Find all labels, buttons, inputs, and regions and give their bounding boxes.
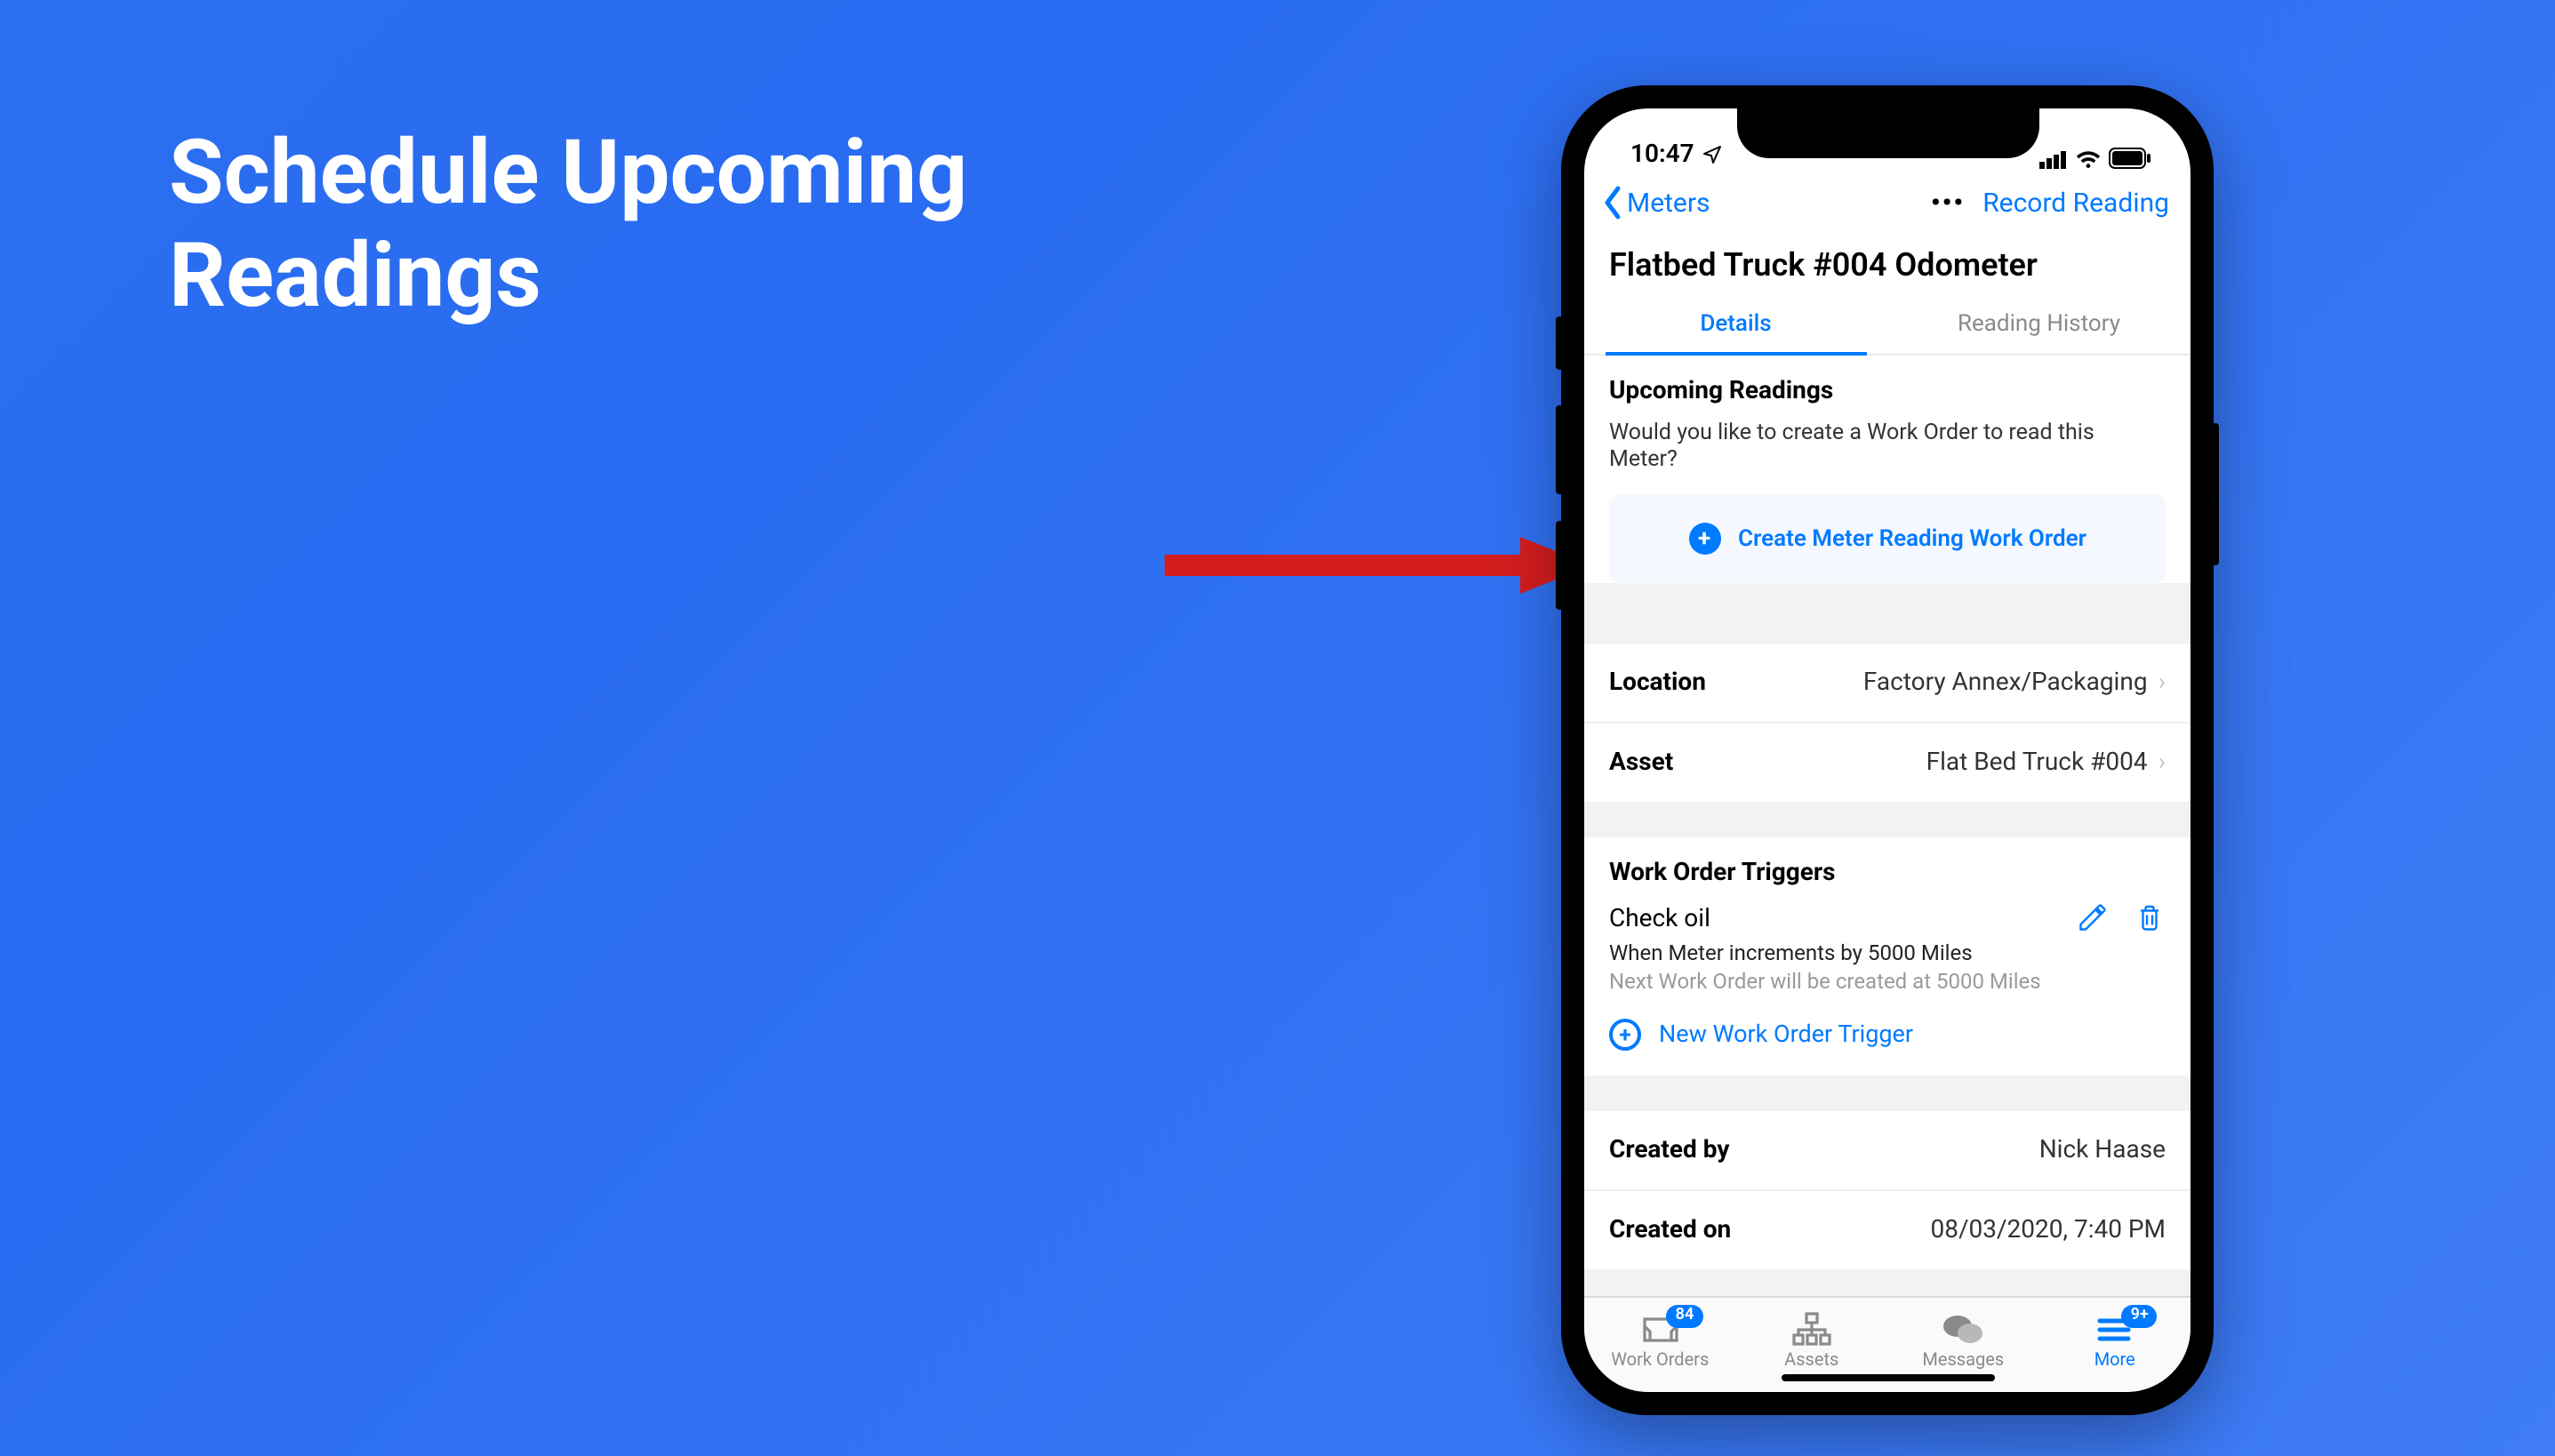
callout-arrow-icon (1165, 537, 1591, 594)
tab-reading-history[interactable]: Reading History (1887, 295, 2191, 354)
phone-vol-down (1556, 521, 1563, 610)
tabbar-messages[interactable]: Messages (1910, 1312, 2016, 1371)
asset-key: Asset (1609, 748, 1673, 777)
trigger-next: Next Work Order will be created at 5000 … (1609, 969, 2166, 994)
tab-bar: Details Reading History (1584, 295, 2191, 356)
phone-notch (1736, 108, 2038, 158)
more-badge: 9+ (2122, 1305, 2158, 1328)
tabbar-work-orders[interactable]: 84 Work Orders (1606, 1312, 1713, 1371)
location-value: Factory Annex/Packaging (1863, 668, 2148, 697)
delete-trigger-button[interactable] (2134, 901, 2166, 940)
tabbar-messages-label: Messages (1922, 1351, 2004, 1371)
location-asset-section: Location Factory Annex/Packaging › Asset… (1584, 644, 2191, 802)
create-meter-reading-label: Create Meter Reading Work Order (1738, 525, 2086, 552)
created-on-row: Created on 08/03/2020, 7:40 PM (1584, 1191, 2191, 1269)
tabbar-more-label: More (2094, 1351, 2135, 1371)
tab-history-label: Reading History (1958, 311, 2120, 338)
page-title: Flatbed Truck #004 Odometer (1584, 233, 2191, 295)
cell-signal-icon (2039, 148, 2068, 168)
wifi-icon (2075, 148, 2102, 168)
phone-vol-up (1556, 405, 1563, 494)
meta-section: Created by Nick Haase Created on 08/03/2… (1584, 1111, 2191, 1269)
battery-icon (2109, 148, 2151, 169)
plus-circle-icon: + (1688, 523, 1720, 555)
phone-screen: 10:47 (1584, 108, 2191, 1392)
pencil-icon (2077, 901, 2109, 933)
tab-details[interactable]: Details (1584, 295, 1887, 354)
phone-mute-switch (1556, 316, 1563, 370)
chevron-right-icon: › (2159, 748, 2166, 777)
tab-details-label: Details (1700, 311, 1771, 338)
record-reading-button[interactable]: Record Reading (1982, 187, 2169, 219)
triggers-section: Work Order Triggers Check oil When Meter… (1584, 837, 2191, 1076)
location-services-icon (1702, 144, 1723, 165)
asset-row[interactable]: Asset Flat Bed Truck #004 › (1584, 724, 2191, 802)
created-by-key: Created by (1609, 1136, 1729, 1164)
chevron-right-icon: › (2159, 668, 2166, 697)
asset-value: Flat Bed Truck #004 (1926, 748, 2148, 777)
section-gap (1584, 608, 2191, 644)
tabbar-work-orders-label: Work Orders (1611, 1351, 1709, 1371)
back-label: Meters (1627, 187, 1710, 219)
plus-ring-icon: + (1609, 1019, 1641, 1051)
create-meter-reading-button[interactable]: + Create Meter Reading Work Order (1609, 494, 2166, 583)
phone-power-button (2212, 423, 2219, 565)
upcoming-readings-section: Upcoming Readings Would you like to crea… (1584, 356, 2191, 583)
trigger-item: Check oil When Meter increments by 5000 … (1609, 905, 2166, 994)
created-by-value: Nick Haase (2039, 1136, 2166, 1164)
upcoming-heading: Upcoming Readings (1584, 356, 2191, 412)
section-gap (1584, 802, 2191, 837)
new-trigger-label: New Work Order Trigger (1659, 1020, 1913, 1049)
status-time: 10:47 (1630, 140, 1694, 169)
back-button[interactable]: Meters (1598, 185, 1710, 220)
chat-icon (1942, 1312, 1984, 1348)
more-actions-button[interactable]: ••• (1931, 187, 1965, 219)
edit-trigger-button[interactable] (2077, 901, 2109, 940)
hierarchy-icon (1790, 1312, 1833, 1348)
location-row[interactable]: Location Factory Annex/Packaging › (1584, 644, 2191, 724)
phone-frame: 10:47 (1561, 85, 2214, 1415)
location-key: Location (1609, 668, 1706, 697)
triggers-heading: Work Order Triggers (1609, 859, 2166, 887)
chevron-left-icon (1598, 185, 1627, 220)
created-by-row: Created by Nick Haase (1584, 1111, 2191, 1191)
work-orders-badge: 84 (1667, 1305, 1703, 1328)
home-indicator[interactable] (1781, 1374, 1994, 1381)
upcoming-subtext: Would you like to create a Work Order to… (1584, 412, 2191, 494)
slide: Schedule Upcoming Readings 10:47 (0, 0, 2555, 1456)
nav-bar: Meters ••• Record Reading (1584, 172, 2191, 233)
trigger-condition: When Meter increments by 5000 Miles (1609, 940, 2166, 965)
content-area[interactable]: Upcoming Readings Would you like to crea… (1584, 356, 2191, 1296)
section-gap (1584, 1076, 2191, 1111)
tabbar-assets-label: Assets (1784, 1351, 1838, 1371)
created-on-value: 08/03/2020, 7:40 PM (1931, 1216, 2167, 1244)
tabbar-more[interactable]: 9+ More (2062, 1312, 2168, 1371)
tabbar-assets[interactable]: Assets (1758, 1312, 1865, 1371)
slide-heading: Schedule Upcoming Readings (169, 124, 1093, 329)
new-trigger-button[interactable]: + New Work Order Trigger (1609, 994, 2166, 1058)
trash-icon (2134, 901, 2166, 933)
created-on-key: Created on (1609, 1216, 1731, 1244)
